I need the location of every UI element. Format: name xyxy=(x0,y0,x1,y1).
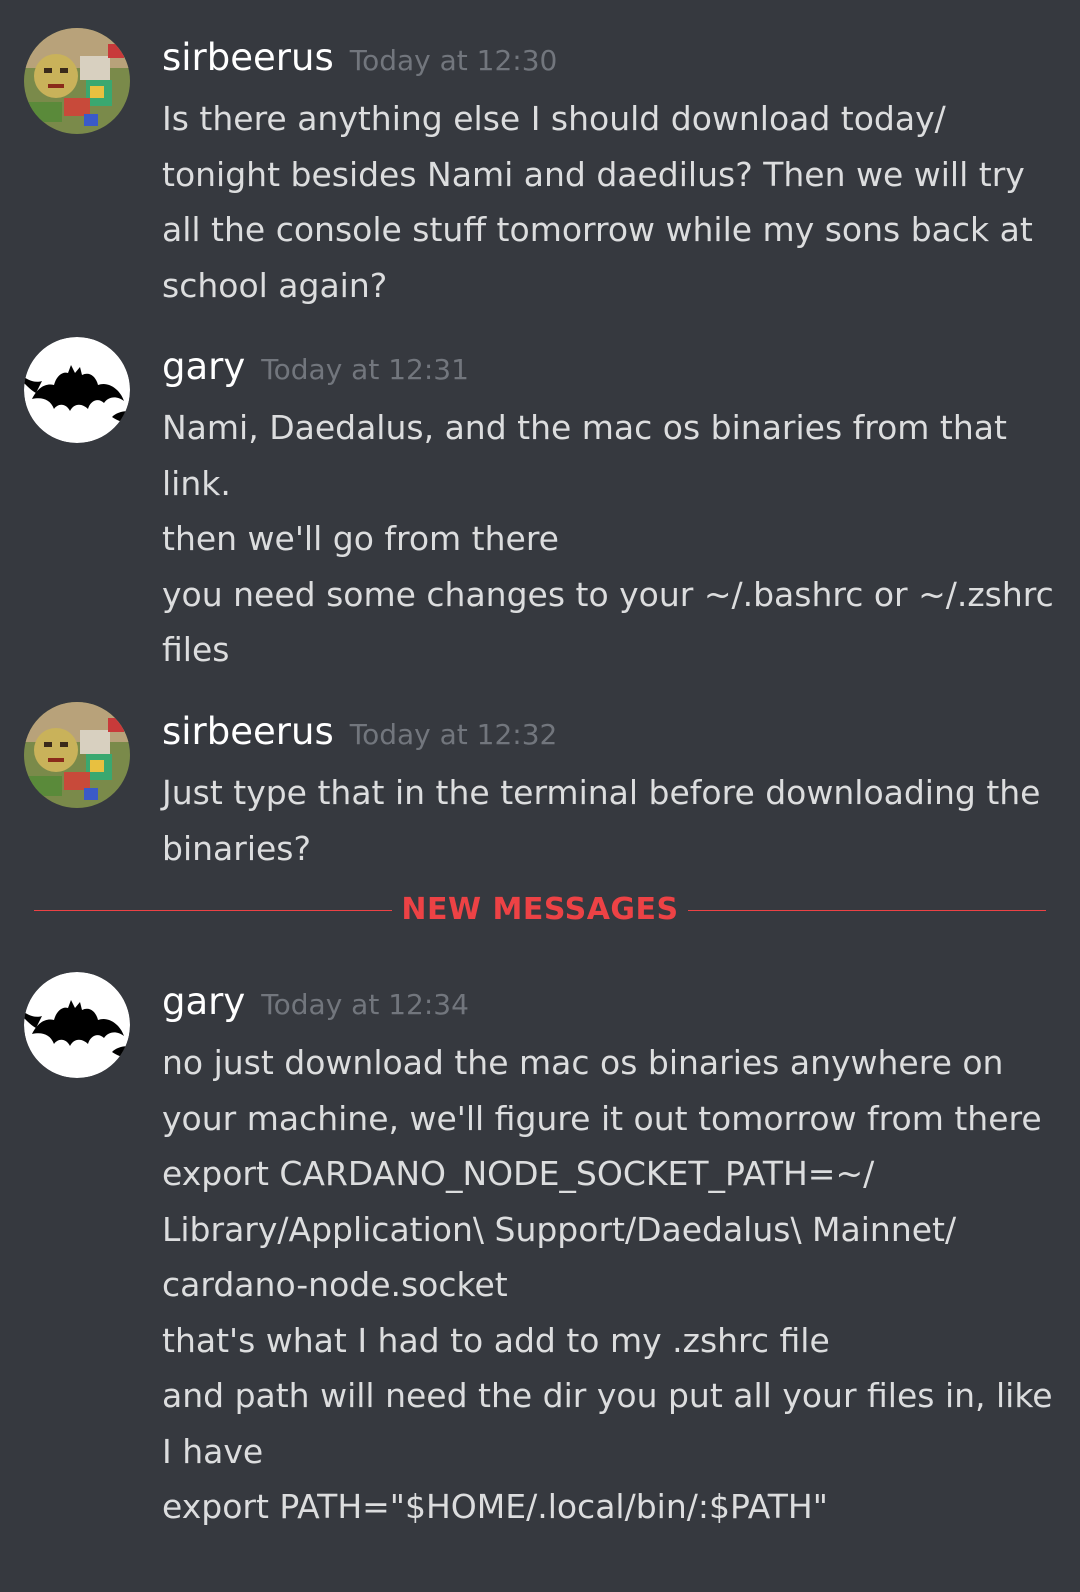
chat-message-list: sirbeerus Today at 12:30 Is there anythin… xyxy=(0,0,1080,1592)
message-content: Nami, Daedalus, and the mac os binaries … xyxy=(162,400,1054,678)
timestamp: Today at 12:30 xyxy=(349,44,558,77)
timestamp: Today at 12:32 xyxy=(349,718,558,751)
message-line: Just type that in the terminal before do… xyxy=(162,773,1041,812)
message-line: cardano-node.socket xyxy=(162,1265,508,1304)
bat-avatar-icon[interactable] xyxy=(24,972,130,1078)
username[interactable]: sirbeerus xyxy=(162,710,334,753)
message-header: gary Today at 12:31 xyxy=(162,345,469,388)
message-line: Is there anything else I should download… xyxy=(162,99,946,138)
divider-line xyxy=(34,910,392,911)
message-line: Library/Application\ Support/Daedalus\ M… xyxy=(162,1209,957,1249)
username[interactable]: gary xyxy=(162,980,245,1023)
message-header: gary Today at 12:34 xyxy=(162,980,469,1023)
new-messages-divider: NEW MESSAGES xyxy=(34,890,1046,930)
collage-avatar-icon[interactable] xyxy=(24,702,130,808)
message-line: then we'll go from there xyxy=(162,519,559,558)
message-line: files xyxy=(162,630,230,669)
username[interactable]: gary xyxy=(162,345,245,388)
message-line: no just download the mac os binaries any… xyxy=(162,1043,1004,1082)
message-content: Is there anything else I should download… xyxy=(162,91,1042,313)
message-header: sirbeerus Today at 12:30 xyxy=(162,36,557,79)
message-line: that's what I had to add to my .zshrc fi… xyxy=(162,1320,830,1360)
message-line: all the console stuff tomorrow while my … xyxy=(162,210,1033,249)
message-header: sirbeerus Today at 12:32 xyxy=(162,710,557,753)
new-messages-label: NEW MESSAGES xyxy=(401,892,679,927)
divider-line xyxy=(688,910,1046,911)
bat-avatar-icon[interactable] xyxy=(24,337,130,443)
message-content: no just download the mac os binaries any… xyxy=(162,1035,1053,1535)
collage-avatar-icon[interactable] xyxy=(24,28,130,134)
message-line: export CARDANO_NODE_SOCKET_PATH=~/ xyxy=(162,1154,875,1193)
message-line: your machine, we'll figure it out tomorr… xyxy=(162,1098,1042,1138)
message-line: link. xyxy=(162,463,231,503)
message-line: Nami, Daedalus, and the mac os binaries … xyxy=(162,408,1007,447)
message-line: tonight besides Nami and daedilus? Then … xyxy=(162,154,1025,194)
message-line: I have xyxy=(162,1431,264,1471)
message-content: Just type that in the terminal before do… xyxy=(162,765,1042,876)
username[interactable]: sirbeerus xyxy=(162,36,334,79)
message-line: and path will need the dir you put all y… xyxy=(162,1376,1053,1415)
message-line: you need some changes to your ~/.bashrc … xyxy=(162,574,1054,614)
message-line: binaries? xyxy=(162,828,311,868)
message-line: school again? xyxy=(162,265,388,305)
message-line: export PATH="$HOME/.local/bin/:$PATH" xyxy=(162,1487,828,1526)
timestamp: Today at 12:34 xyxy=(261,988,469,1021)
timestamp: Today at 12:31 xyxy=(261,353,469,386)
